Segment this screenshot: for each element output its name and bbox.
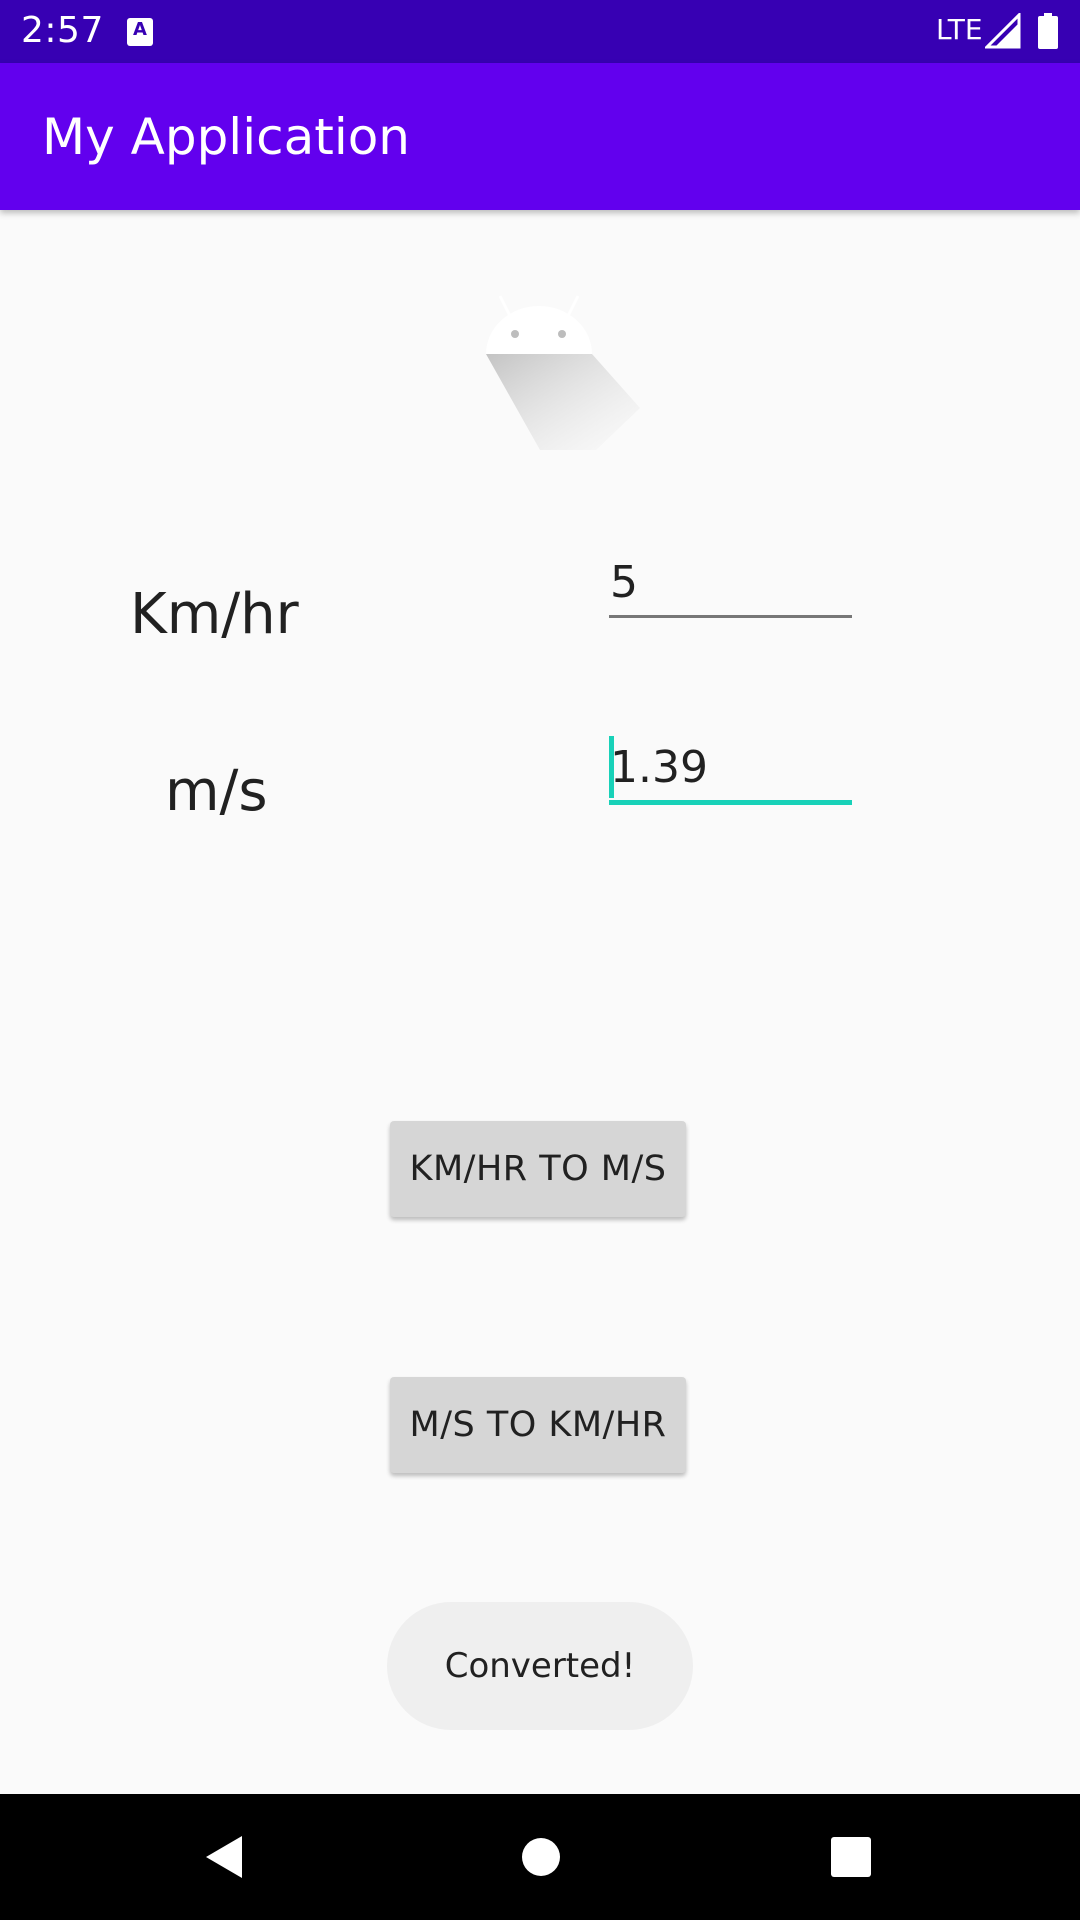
ms-input-value: 1.39 (610, 742, 708, 793)
kmhr-label: Km/hr (130, 582, 299, 647)
recents-icon[interactable] (831, 1837, 871, 1877)
home-icon[interactable] (521, 1837, 561, 1877)
app-title: My Application (42, 108, 410, 166)
status-bar: 2:57 A LTE (0, 0, 1080, 63)
ms-label: m/s (165, 759, 268, 824)
network-type: LTE (936, 13, 983, 46)
android-logo-icon (486, 295, 640, 450)
notification-icon: A (127, 18, 153, 46)
kmhr-to-ms-button[interactable]: KM/HR TO M/S (390, 1121, 686, 1217)
kmhr-input[interactable]: 5 (609, 551, 852, 618)
back-icon[interactable] (204, 1834, 244, 1880)
toast-message: Converted! (387, 1602, 693, 1730)
signal-icon (985, 13, 1021, 49)
battery-icon (1038, 13, 1058, 49)
ms-input[interactable]: 1.39 (609, 736, 852, 805)
ms-to-kmhr-button[interactable]: M/S TO KM/HR (390, 1377, 686, 1473)
app-bar: My Application (0, 63, 1080, 210)
navigation-bar (0, 1794, 1080, 1920)
kmhr-input-value: 5 (610, 557, 638, 608)
status-time: 2:57 (21, 10, 104, 51)
